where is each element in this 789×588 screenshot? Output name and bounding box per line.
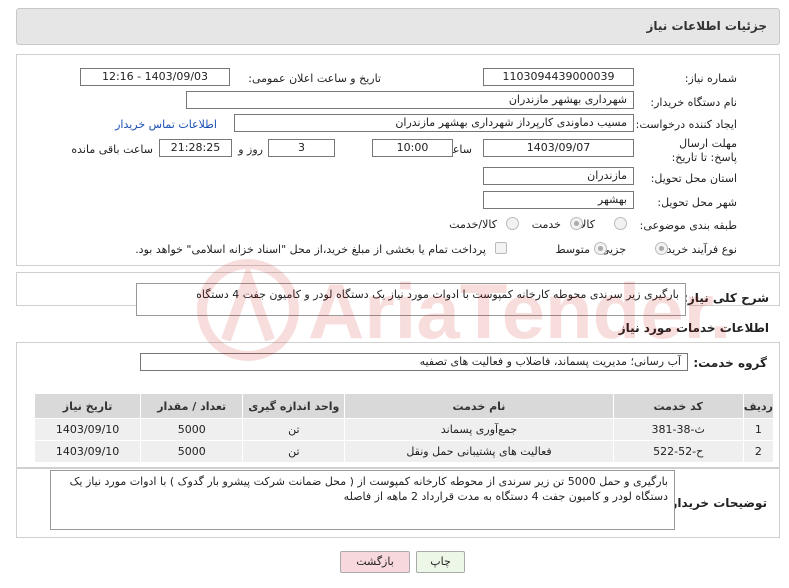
col-need-date: تاریخ نیاز [33, 393, 142, 419]
cell-quantity: 5000 [140, 418, 244, 441]
table-row: 1 ث-38-381 جمع‌آوری پسماند تن 5000 1403/… [33, 418, 775, 441]
process-medium-label: متوسط [555, 243, 590, 256]
announce-date-field: 1403/09/03 - 12:16 [80, 68, 230, 86]
cell-need-date: 1403/09/10 [33, 440, 142, 463]
summary-label: شرح کلی نیاز: [683, 291, 769, 305]
services-title: اطلاعات خدمات مورد نیاز [618, 321, 769, 335]
page-header: جزئیات اطلاعات نیاز [16, 8, 780, 45]
requester-field: مسیب دماوندی کارپرداز شهرداری بهشهر مازن… [234, 114, 634, 132]
need-number-field: 1103094439000039 [483, 68, 634, 86]
cell-service-name: فعالیت های پشتیبانی حمل ونقل [344, 440, 614, 463]
cell-service-code: ث-38-381 [612, 418, 744, 441]
need-number-label: شماره نیاز: [684, 72, 737, 85]
remaining-days-field: 3 [268, 139, 335, 157]
col-quantity: تعداد / مقدار [140, 393, 244, 419]
city-field: بهشهر [483, 191, 634, 209]
col-unit: واحد اندازه گیری [242, 393, 346, 419]
process-medium-radio[interactable] [594, 242, 607, 255]
city-label: شهر محل تحویل: [657, 196, 737, 209]
category-goods-service-radio[interactable] [506, 217, 519, 230]
cell-unit: تن [242, 418, 346, 441]
remaining-time-label: ساعت باقی مانده [71, 143, 153, 156]
cell-row-number: 2 [742, 440, 775, 463]
category-label: طبقه بندی موضوعی: [639, 219, 737, 232]
process-minor-radio[interactable] [655, 242, 668, 255]
remaining-days-label: روز و [238, 143, 263, 156]
deadline-label: مهلت ارسال پاسخ: تا تاریخ: [671, 137, 737, 164]
treasury-text: پرداخت تمام یا بخشی از مبلغ خرید،از محل … [135, 243, 486, 256]
buyer-notes-label: توضیحات خریدار: [665, 496, 767, 510]
category-goods-radio[interactable] [614, 217, 627, 230]
deadline-date-field: 1403/09/07 [483, 139, 634, 157]
process-label: نوع فرآیند خرید : [659, 243, 737, 256]
treasury-checkbox[interactable] [495, 242, 507, 254]
table-header-row: ردیف کد خدمت نام خدمت واحد اندازه گیری ت… [33, 393, 775, 419]
back-button[interactable]: بازگشت [340, 551, 410, 573]
province-field: مازندران [483, 167, 634, 185]
deadline-time-field: 10:00 [372, 139, 453, 157]
cell-service-name: جمع‌آوری پسماند [344, 418, 614, 441]
col-service-name: نام خدمت [344, 393, 614, 419]
buyer-org-label: نام دستگاه خریدار: [650, 96, 737, 109]
cell-quantity: 5000 [140, 440, 244, 463]
col-service-code: کد خدمت [612, 393, 744, 419]
table-row: 2 ح-52-522 فعالیت های پشتیبانی حمل ونقل … [33, 440, 775, 463]
announce-date-label: تاریخ و ساعت اعلان عمومی: [248, 72, 381, 85]
buyer-org-field: شهرداری بهشهر مازندران [186, 91, 634, 109]
service-group-label: گروه خدمت: [693, 356, 767, 370]
print-button[interactable]: چاپ [416, 551, 465, 573]
service-group-field: آب رسانی؛ مدیریت پسماند، فاضلاب و فعالیت… [140, 353, 688, 371]
cell-service-code: ح-52-522 [612, 440, 744, 463]
buyer-contact-link[interactable]: اطلاعات تماس خریدار [115, 118, 217, 131]
category-goods-service-label: کالا/خدمت [449, 218, 497, 231]
province-label: استان محل تحویل: [650, 172, 737, 185]
summary-textarea: بارگیری زیر سرندی محوطه کارخانه کمپوست ب… [136, 283, 686, 316]
remaining-time-field: 21:28:25 [159, 139, 232, 157]
services-table: ردیف کد خدمت نام خدمت واحد اندازه گیری ت… [33, 393, 775, 463]
col-row-number: ردیف [742, 393, 775, 419]
category-service-label: خدمت [531, 218, 561, 231]
cell-need-date: 1403/09/10 [33, 418, 142, 441]
requester-label: ایجاد کننده درخواست: [635, 118, 737, 131]
page-title: جزئیات اطلاعات نیاز [646, 19, 767, 33]
buyer-notes-textarea: بارگیری و حمل 5000 تن زیر سرندی از محوطه… [50, 470, 675, 530]
cell-unit: تن [242, 440, 346, 463]
category-service-radio[interactable] [570, 217, 583, 230]
cell-row-number: 1 [742, 418, 775, 441]
